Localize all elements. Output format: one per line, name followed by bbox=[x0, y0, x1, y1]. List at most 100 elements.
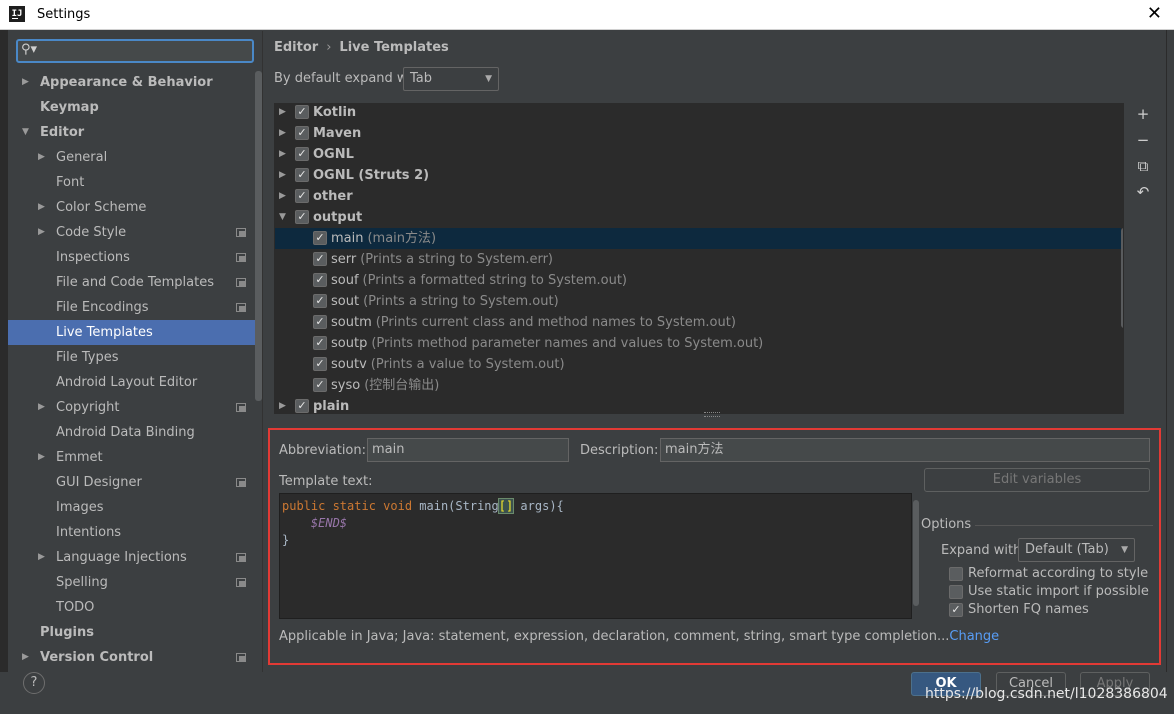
template-row[interactable]: ✓ main (main方法) bbox=[275, 228, 1121, 249]
code-scrollbar[interactable] bbox=[913, 500, 919, 606]
chevron-right-icon[interactable]: ▶ bbox=[38, 220, 45, 245]
template-checkbox[interactable]: ✓ bbox=[313, 231, 327, 245]
sidebar-item[interactable]: Android Data Binding bbox=[8, 420, 255, 445]
edit-variables-button[interactable]: Edit variables bbox=[924, 468, 1150, 492]
sidebar-item[interactable]: Inspections bbox=[8, 245, 255, 270]
add-icon[interactable]: + bbox=[1134, 105, 1152, 123]
sidebar-item-label: General bbox=[56, 150, 108, 165]
sidebar-item[interactable]: File and Code Templates bbox=[8, 270, 255, 295]
template-abbr-text: sout bbox=[331, 294, 360, 309]
template-row[interactable]: ✓ souf (Prints a formatted string to Syste… bbox=[275, 270, 1121, 291]
template-checkbox[interactable]: ✓ bbox=[313, 252, 327, 266]
sidebar-item[interactable]: ▶ Copyright bbox=[8, 395, 255, 420]
abbreviation-field[interactable]: main bbox=[367, 438, 569, 462]
template-group-row[interactable]: ▶ ✓ OGNL bbox=[275, 144, 1121, 165]
template-row[interactable]: ✓ sout (Prints a string to System.out) bbox=[275, 291, 1121, 312]
settings-search[interactable]: ⚲▾ bbox=[16, 39, 254, 63]
code-args: args){ bbox=[513, 499, 564, 513]
expand-with-select[interactable]: Default (Tab) ▼ bbox=[1018, 538, 1135, 562]
sidebar-item[interactable]: ▶ Emmet bbox=[8, 445, 255, 470]
template-group-row[interactable]: ▶ ✓ Kotlin bbox=[275, 104, 1121, 123]
chevron-right-icon[interactable]: ▶ bbox=[38, 145, 45, 170]
template-row[interactable]: ✓ soutv (Prints a value to System.out) bbox=[275, 354, 1121, 375]
chevron-right-icon[interactable]: ▶ bbox=[279, 396, 286, 413]
template-group-row[interactable]: ▶ ✓ other bbox=[275, 186, 1121, 207]
sidebar-item-label: Live Templates bbox=[56, 325, 153, 340]
sidebar-item[interactable]: ▶ Language Injections bbox=[8, 545, 255, 570]
template-text-editor[interactable]: public static void main(String[] args){ … bbox=[279, 493, 919, 619]
template-group-row[interactable]: ▼ ✓ output bbox=[275, 207, 1121, 228]
sidebar-item[interactable]: ▶ Appearance & Behavior bbox=[8, 70, 255, 95]
group-checkbox[interactable]: ✓ bbox=[295, 105, 309, 119]
description-field[interactable]: main方法 bbox=[660, 438, 1150, 462]
help-icon[interactable]: ? bbox=[23, 672, 45, 694]
sidebar-item[interactable]: TODO bbox=[8, 595, 255, 620]
chevron-right-icon[interactable]: ▶ bbox=[38, 445, 45, 470]
template-checkbox[interactable]: ✓ bbox=[313, 294, 327, 308]
close-icon[interactable]: ✕ bbox=[1147, 4, 1162, 24]
group-checkbox[interactable]: ✓ bbox=[295, 126, 309, 140]
template-group-row[interactable]: ▶ ✓ plain bbox=[275, 396, 1121, 413]
sidebar-item[interactable]: Images bbox=[8, 495, 255, 520]
sidebar-item[interactable]: Intentions bbox=[8, 520, 255, 545]
template-row[interactable]: ✓ soutp (Prints method parameter names and… bbox=[275, 333, 1121, 354]
template-checkbox[interactable]: ✓ bbox=[313, 336, 327, 350]
chevron-right-icon[interactable]: ▶ bbox=[279, 186, 286, 207]
chevron-right-icon[interactable]: ▶ bbox=[22, 645, 29, 670]
sidebar-item[interactable]: Spelling bbox=[8, 570, 255, 595]
group-checkbox[interactable]: ✓ bbox=[295, 189, 309, 203]
chevron-right-icon[interactable]: ▶ bbox=[38, 545, 45, 570]
template-description: (Prints a formatted string to System.out… bbox=[362, 273, 627, 288]
remove-icon[interactable]: − bbox=[1134, 131, 1152, 149]
template-checkbox[interactable]: ✓ bbox=[313, 273, 327, 287]
chevron-right-icon[interactable]: ▶ bbox=[279, 123, 286, 144]
sidebar-item[interactable]: ▶ Color Scheme bbox=[8, 195, 255, 220]
chevron-down-icon[interactable]: ▼ bbox=[279, 207, 286, 228]
sidebar-item[interactable]: Live Templates bbox=[8, 320, 255, 345]
group-checkbox[interactable]: ✓ bbox=[295, 147, 309, 161]
group-checkbox[interactable]: ✓ bbox=[295, 168, 309, 182]
option-checkbox[interactable] bbox=[949, 567, 963, 581]
group-checkbox[interactable]: ✓ bbox=[295, 210, 309, 224]
breadcrumb-parent[interactable]: Editor bbox=[274, 40, 318, 55]
chevron-right-icon[interactable]: ▶ bbox=[279, 144, 286, 165]
chevron-right-icon[interactable]: ▶ bbox=[279, 165, 286, 186]
template-checkbox[interactable]: ✓ bbox=[313, 357, 327, 371]
template-group-row[interactable]: ▶ ✓ Maven bbox=[275, 123, 1121, 144]
sidebar-item[interactable]: ▶ Code Style bbox=[8, 220, 255, 245]
sidebar-item[interactable]: Font bbox=[8, 170, 255, 195]
chevron-down-icon[interactable]: ▼ bbox=[22, 120, 29, 145]
sidebar-item[interactable]: ▶ General bbox=[8, 145, 255, 170]
expand-default-select[interactable]: Tab ▼ bbox=[403, 67, 499, 91]
template-checkbox[interactable]: ✓ bbox=[313, 378, 327, 392]
chevron-right-icon[interactable]: ▶ bbox=[22, 70, 29, 95]
chevron-right-icon[interactable]: ▶ bbox=[38, 395, 45, 420]
template-row[interactable]: ✓ serr (Prints a string to System.err) bbox=[275, 249, 1121, 270]
template-checkbox[interactable]: ✓ bbox=[313, 315, 327, 329]
sidebar-item[interactable]: Plugins bbox=[8, 620, 255, 645]
restore-icon[interactable]: ↶ bbox=[1134, 183, 1152, 201]
change-link[interactable]: Change bbox=[949, 629, 999, 644]
templates-scrollbar[interactable] bbox=[1121, 228, 1123, 328]
chevron-right-icon[interactable]: ▶ bbox=[279, 104, 286, 123]
splitter-handle[interactable] bbox=[704, 412, 720, 417]
option-checkbox[interactable] bbox=[949, 585, 963, 599]
group-checkbox[interactable]: ✓ bbox=[295, 399, 309, 413]
copy-icon[interactable]: ⧉ bbox=[1134, 157, 1152, 175]
sidebar-item[interactable]: File Encodings bbox=[8, 295, 255, 320]
option-checkbox[interactable]: ✓ bbox=[949, 603, 963, 617]
sidebar-item[interactable]: ▼ Editor bbox=[8, 120, 255, 145]
applicable-contexts: Applicable in Java; Java: statement, exp… bbox=[279, 629, 999, 644]
search-input[interactable] bbox=[40, 41, 250, 61]
sidebar-item[interactable]: GUI Designer bbox=[8, 470, 255, 495]
option-label: Reformat according to style bbox=[968, 566, 1149, 581]
sidebar-item[interactable]: File Types bbox=[8, 345, 255, 370]
template-row[interactable]: ✓ syso (控制台输出) bbox=[275, 375, 1121, 396]
template-row[interactable]: ✓ soutm (Prints current class and method n… bbox=[275, 312, 1121, 333]
sidebar-item[interactable]: Keymap bbox=[8, 95, 255, 120]
sidebar-item[interactable]: Android Layout Editor bbox=[8, 370, 255, 395]
sidebar-scrollbar[interactable] bbox=[255, 71, 262, 401]
sidebar-item[interactable]: ▶ Version Control bbox=[8, 645, 255, 670]
template-group-row[interactable]: ▶ ✓ OGNL (Struts 2) bbox=[275, 165, 1121, 186]
chevron-right-icon[interactable]: ▶ bbox=[38, 195, 45, 220]
